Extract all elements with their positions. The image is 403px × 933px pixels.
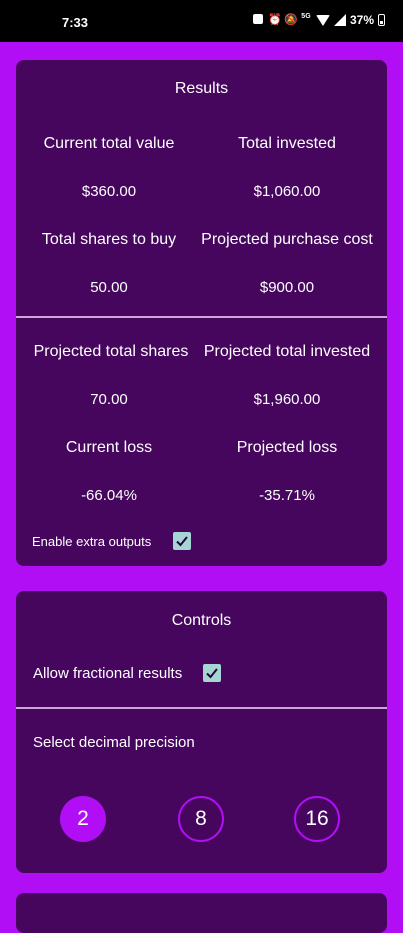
status-icons: ⏰ 🔕 5G 37% [252,13,385,27]
projected-purchase-cost-value: $900.00 [259,279,315,296]
enable-extra-outputs-label: Enable extra outputs [32,533,152,549]
nfc-icon [252,14,264,26]
status-bar: 7:33 ⏰ 🔕 5G 37% [0,0,403,42]
controls-title: Controls [171,612,232,629]
next-card [16,893,387,933]
projected-loss-label: Projected loss [236,439,338,456]
allow-fractional-label: Allow fractional results [33,664,183,682]
projected-total-shares-value: 70.00 [90,391,128,408]
total-shares-to-buy-value: 50.00 [90,279,128,296]
results-title: Results [174,80,229,97]
projected-loss-value: -35.71% [259,487,315,504]
controls-card: Controls Allow fractional results Select… [16,591,387,873]
controls-divider [16,707,387,709]
allow-fractional-checkbox[interactable] [203,664,222,682]
enable-extra-outputs-checkbox[interactable] [173,532,192,550]
signal-icon [333,14,346,26]
precision-label: Select decimal precision [33,734,195,751]
projected-total-invested-value: $1,960.00 [253,391,321,408]
check-icon [176,536,189,547]
battery-percent: 37% [349,13,374,27]
results-card: Results Current total value Total invest… [16,60,387,566]
results-divider [16,316,387,318]
projected-purchase-cost-label: Projected purchase cost [201,231,373,248]
status-time: 7:33 [62,15,89,30]
alarm-icon: ⏰ [267,14,282,26]
allow-fractional-row[interactable]: Allow fractional results [33,664,222,682]
current-loss-value: -66.04% [81,487,137,504]
total-invested-value: $1,060.00 [253,183,321,200]
total-invested-label: Total invested [238,135,336,152]
current-total-value-label: Current total value [43,135,175,152]
network-icon: 5G [301,13,311,20]
wifi-icon [315,14,330,26]
check-icon [206,668,219,679]
current-loss-label: Current loss [65,439,153,456]
enable-extra-outputs-row[interactable]: Enable extra outputs [32,532,192,550]
total-shares-to-buy-label: Total shares to buy [41,231,177,248]
precision-option-2[interactable]: 2 [60,796,106,842]
current-total-value: $360.00 [81,183,137,200]
projected-total-invested-label: Projected total invested [203,343,371,360]
projected-total-shares-label: Projected total shares [33,343,189,360]
battery-icon [378,14,385,26]
mute-icon: 🔕 [283,14,298,26]
precision-option-16[interactable]: 16 [294,796,340,842]
precision-option-8[interactable]: 8 [178,796,224,842]
